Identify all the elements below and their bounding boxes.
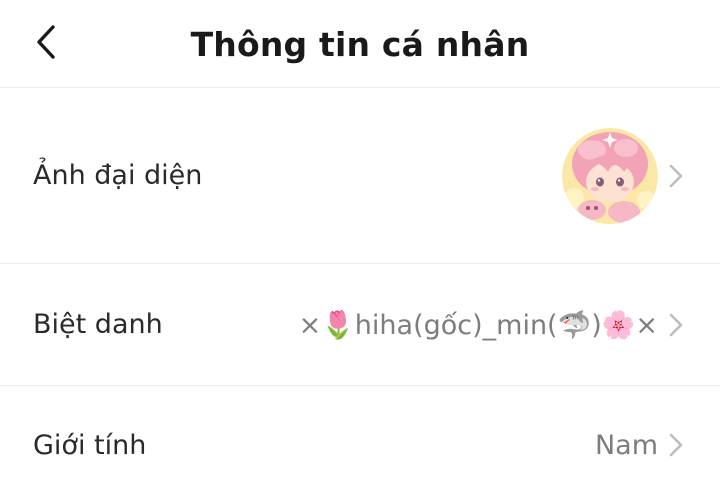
nickname-right: ×🌷hiha(gốc)_min(🦈)🌸× <box>299 309 684 341</box>
avatar-right <box>562 127 684 224</box>
nickname-label: Biệt danh <box>33 309 163 340</box>
chevron-right-icon <box>669 313 683 336</box>
chevron-right-icon <box>669 164 683 187</box>
avatar[interactable] <box>562 127 658 224</box>
gender-row[interactable]: Giới tính Nam <box>0 386 720 504</box>
chevron-right-icon <box>669 433 683 457</box>
nickname-row[interactable]: Biệt danh ×🌷hiha(gốc)_min(🦈)🌸× <box>0 264 720 386</box>
gender-label: Giới tính <box>33 429 147 461</box>
app-header: Thông tin cá nhân <box>0 0 720 88</box>
avatar-label: Ảnh đại diện <box>33 160 203 191</box>
gender-value: Nam <box>594 429 658 461</box>
page-title: Thông tin cá nhân <box>190 24 530 64</box>
avatar-row[interactable]: Ảnh đại diện <box>0 88 720 264</box>
nickname-value: ×🌷hiha(gốc)_min(🦈)🌸× <box>298 309 658 341</box>
gender-right: Nam <box>595 430 684 461</box>
